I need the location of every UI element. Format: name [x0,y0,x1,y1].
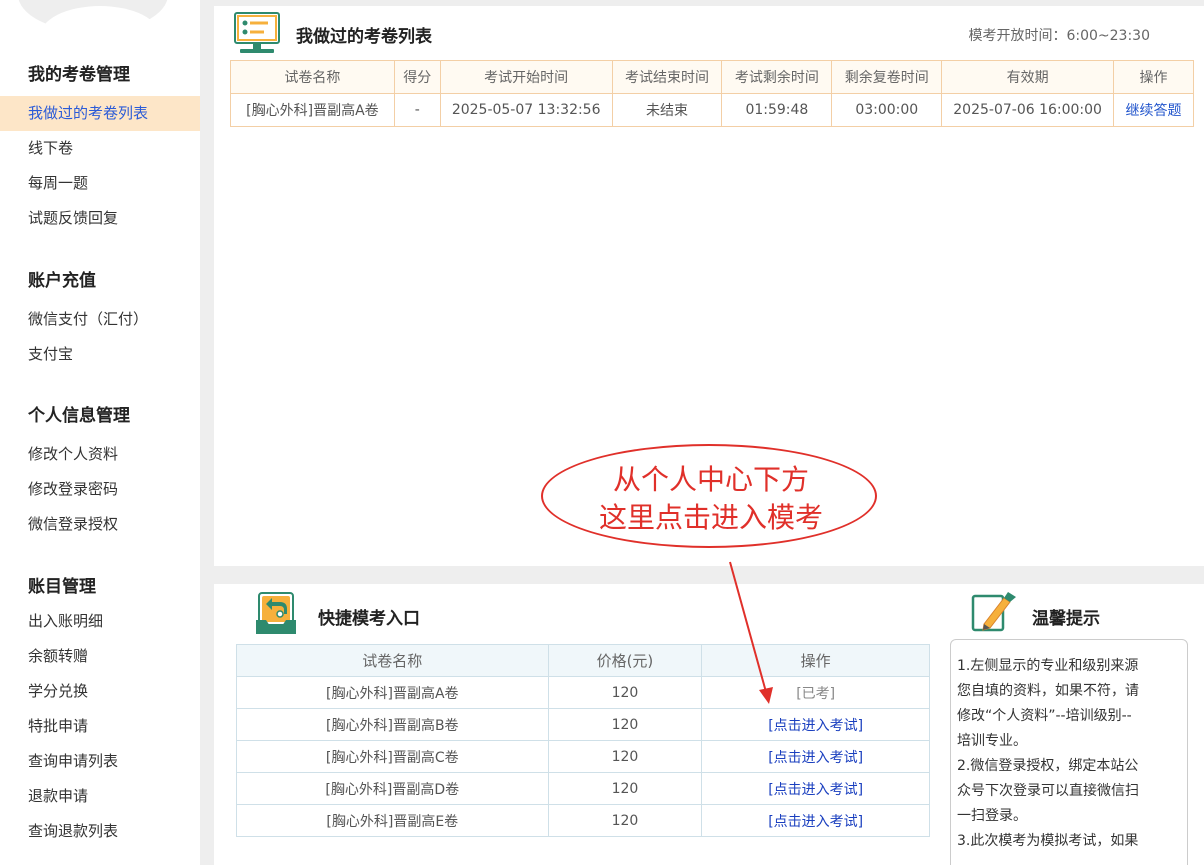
annotation-arrow-line [729,561,767,693]
annotation-arrow-layer [729,561,773,704]
annotation-arrowhead [759,687,773,704]
